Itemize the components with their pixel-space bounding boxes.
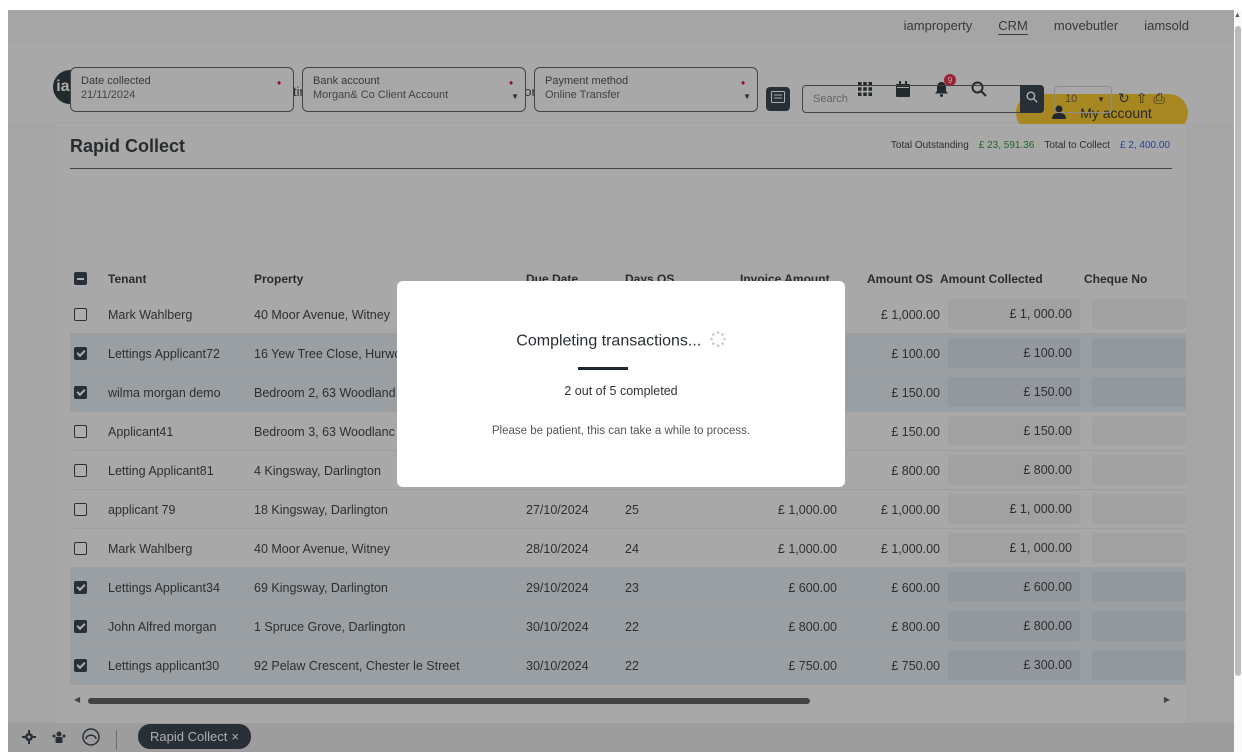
vertical-scrollbar[interactable]: ▲ bbox=[1234, 10, 1242, 752]
loading-spinner-icon bbox=[709, 331, 726, 352]
progress-status: 2 out of 5 completed bbox=[564, 384, 678, 398]
patience-note: Please be patient, this can take a while… bbox=[491, 425, 751, 437]
progress-modal: Completing transactions... 2 out of 5 co… bbox=[397, 281, 845, 487]
modal-divider bbox=[578, 367, 628, 370]
scroll-thumb[interactable] bbox=[1235, 26, 1241, 676]
scroll-up-icon[interactable]: ▲ bbox=[1234, 12, 1241, 19]
modal-title: Completing transactions... bbox=[397, 331, 845, 352]
modal-title-text: Completing transactions... bbox=[516, 332, 702, 350]
app-window: iampropertyCRMmovebutleriamsold iam prop… bbox=[8, 10, 1234, 752]
